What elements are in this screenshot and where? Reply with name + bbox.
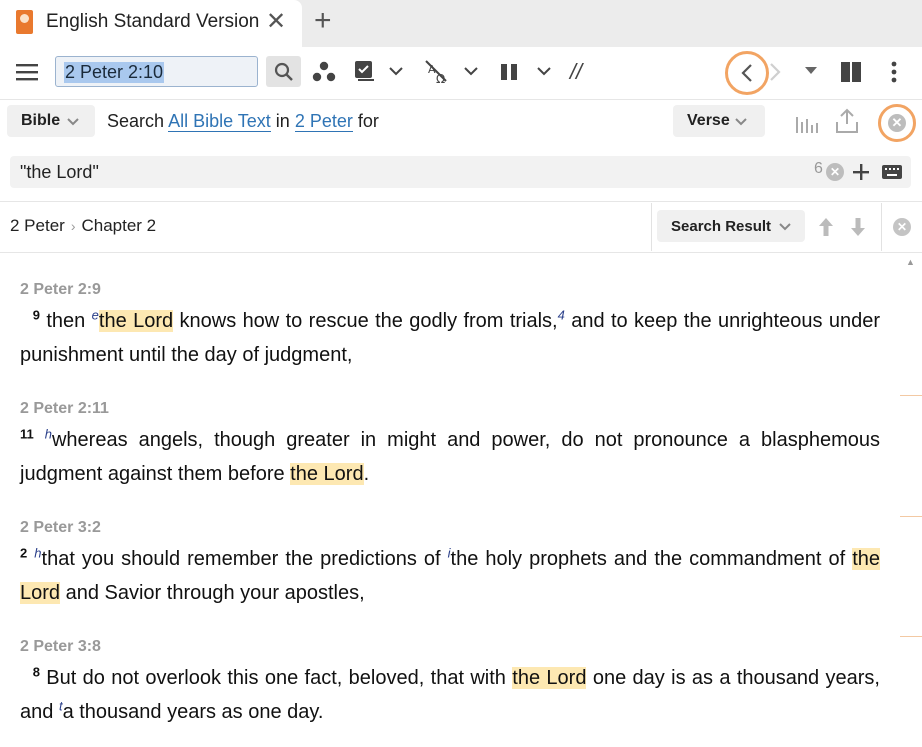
verse-number: 8 <box>32 664 40 680</box>
result-count: 6 <box>814 160 823 177</box>
add-term-icon[interactable] <box>850 161 872 183</box>
breadcrumb-separator-icon: › <box>70 218 76 234</box>
breadcrumb: 2 Peter › Chapter 2 <box>10 216 156 236</box>
query-text: "the Lord" <box>20 162 99 182</box>
search-hit: the Lord <box>98 310 174 332</box>
search-type-label: Bible <box>21 112 61 129</box>
forward-icon[interactable] <box>768 62 782 82</box>
verse-number: 9 <box>32 307 40 323</box>
search-hit: the Lord <box>290 463 364 485</box>
next-result-icon[interactable] <box>849 216 867 238</box>
chevron-down-icon <box>67 118 79 126</box>
search-in: in <box>275 111 290 131</box>
share-icon[interactable] <box>835 108 859 134</box>
clear-query-icon[interactable]: ✕ <box>826 163 844 181</box>
search-prefix: Search <box>107 111 165 131</box>
analysis-chart-icon[interactable] <box>795 112 821 134</box>
svg-text:Ω: Ω <box>436 72 445 85</box>
result-verse: 2 hthat you should remember the predicti… <box>20 542 881 610</box>
search-hit: the Lord <box>512 667 587 689</box>
verse-text: the holy prophets and the commandment of <box>450 548 853 570</box>
result-reference[interactable]: 2 Peter 3:8 <box>20 638 880 658</box>
search-icon <box>274 62 293 81</box>
search-button[interactable] <box>266 56 301 87</box>
previous-result-icon[interactable] <box>817 216 835 238</box>
text-comparison-icon[interactable]: // <box>564 59 588 85</box>
scroll-up-icon[interactable]: ▲ <box>906 257 915 267</box>
verse-number: 2 <box>20 545 28 561</box>
close-search-button[interactable]: ✕ <box>878 104 916 142</box>
view-mode-label: Verse <box>687 112 730 129</box>
reference-input[interactable]: 2 Peter 2:10 <box>55 56 258 87</box>
new-tab-button[interactable]: + <box>314 4 332 38</box>
back-button[interactable] <box>725 51 769 95</box>
navigation-mode-label: Search Result <box>671 218 772 235</box>
verse-text: knows how to rescue the godly from trial… <box>173 310 558 332</box>
verse-text: whereas angels, though greater in might … <box>20 429 880 485</box>
visual-filters-icon[interactable] <box>312 61 336 83</box>
result-reference[interactable]: 2 Peter 2:11 <box>20 400 880 420</box>
hit-marker <box>900 395 922 396</box>
result-verse: 8 But do not overlook this one fact, bel… <box>20 661 880 729</box>
reference-value: 2 Peter 2:10 <box>64 62 165 83</box>
close-icon: ✕ <box>888 114 906 132</box>
footnote-marker[interactable]: 4 <box>558 307 565 322</box>
book-icon <box>16 10 33 34</box>
verse-number: 11 <box>20 426 34 442</box>
history-dropdown-icon[interactable] <box>804 66 818 76</box>
navigation-mode-dropdown[interactable]: Search Result <box>657 210 805 242</box>
keyboard-icon[interactable] <box>881 164 903 180</box>
search-sentence: Search All Bible Text in 2 Peter for <box>107 111 379 132</box>
result-reference[interactable]: 2 Peter 2:9 <box>20 281 880 301</box>
chevron-down-icon <box>735 118 747 126</box>
layout-icon[interactable] <box>840 61 862 83</box>
more-icon[interactable] <box>884 60 904 84</box>
verse-text: a thousand years as one day. <box>62 701 324 723</box>
tab-english-standard-version[interactable]: English Standard Version ✕ <box>0 0 302 47</box>
footnote-marker[interactable]: e <box>92 307 99 322</box>
hit-marker <box>900 516 922 517</box>
breadcrumb-book[interactable]: 2 Peter <box>10 216 65 235</box>
result-verse: 9 then ethe Lord knows how to rescue the… <box>20 304 880 372</box>
verse-text: . <box>363 463 370 485</box>
chevron-down-icon[interactable] <box>388 63 404 79</box>
verse-text: But do not overlook this one fact, belov… <box>39 667 513 689</box>
divider <box>651 203 652 251</box>
result-reference[interactable]: 2 Peter 3:2 <box>20 519 880 539</box>
tab-title: English Standard Version <box>46 11 260 32</box>
chevron-down-icon[interactable] <box>463 63 479 79</box>
parallel-icon[interactable] <box>499 62 519 82</box>
close-tab-icon[interactable]: ✕ <box>266 7 286 36</box>
breadcrumb-chapter[interactable]: Chapter 2 <box>81 216 156 235</box>
back-icon <box>741 64 752 82</box>
search-results: 2 Peter 2:9 9 then ethe Lord knows how t… <box>20 252 881 729</box>
menu-icon[interactable] <box>16 61 38 83</box>
view-mode-dropdown[interactable]: Verse <box>673 105 765 137</box>
verse-text: then <box>39 310 92 332</box>
chevron-down-icon <box>779 223 791 231</box>
tab-bar: English Standard Version ✕ + <box>0 0 922 47</box>
search-type-dropdown[interactable]: Bible <box>7 105 95 137</box>
verse-text: and Savior through your apostles, <box>60 582 365 604</box>
search-for: for <box>357 111 379 131</box>
footnote-marker[interactable]: h <box>45 426 52 441</box>
divider <box>881 203 882 251</box>
close-navigation-icon[interactable]: ✕ <box>893 218 911 236</box>
hit-marker <box>900 636 922 637</box>
range-link[interactable]: 2 Peter <box>294 111 353 132</box>
toolbar: 2 Peter 2:10 AΩ // <box>0 47 922 100</box>
footnote-marker[interactable]: h <box>34 545 41 560</box>
checklist-icon[interactable] <box>354 60 376 82</box>
text-scope-link[interactable]: All Bible Text <box>168 111 271 132</box>
result-verse: 11 hwhereas angels, though greater in mi… <box>20 423 880 491</box>
navigation-row: 2 Peter › Chapter 2 Search Result ✕ <box>0 201 922 253</box>
query-field[interactable]: "the Lord" 6 ✕ <box>10 156 911 188</box>
verse-text: that you should remember the predictions… <box>41 548 448 570</box>
interlinear-icon[interactable]: AΩ <box>424 59 450 85</box>
chevron-down-icon[interactable] <box>536 63 552 79</box>
svg-text:A: A <box>428 63 436 76</box>
